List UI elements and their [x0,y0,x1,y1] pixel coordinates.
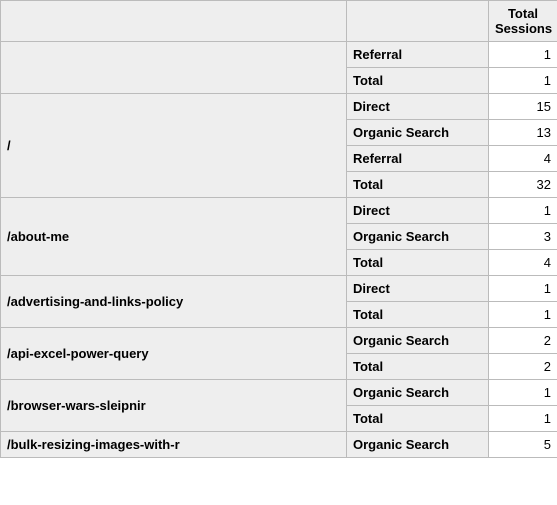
page-path-cell: /api-excel-power-query [1,328,347,380]
channel-cell: Organic Search [347,328,489,354]
sessions-value-cell: 1 [489,68,557,94]
channel-cell: Organic Search [347,432,489,458]
page-path-cell: /bulk-resizing-images-with-r [1,432,347,458]
page-path-cell: / [1,94,347,198]
sessions-value-cell: 4 [489,146,557,172]
sessions-value-cell: 1 [489,380,557,406]
page-path-cell: /advertising-and-links-policy [1,276,347,328]
sessions-value-cell: 3 [489,224,557,250]
header-row: Total Sessions [1,1,557,42]
table-row: Referral1 [1,42,557,68]
table-row: /advertising-and-links-policyDirect1 [1,276,557,302]
page-path-cell [1,42,347,94]
sessions-value-cell: 32 [489,172,557,198]
channel-cell: Total [347,406,489,432]
header-blank-channel [347,1,489,42]
table-row: /browser-wars-sleipnirOrganic Search1 [1,380,557,406]
sessions-value-cell: 13 [489,120,557,146]
channel-cell: Total [347,302,489,328]
channel-cell: Organic Search [347,120,489,146]
channel-cell: Direct [347,276,489,302]
sessions-value-cell: 5 [489,432,557,458]
sessions-value-cell: 15 [489,94,557,120]
channel-cell: Total [347,172,489,198]
channel-cell: Direct [347,198,489,224]
table-row: /bulk-resizing-images-with-rOrganic Sear… [1,432,557,458]
sessions-value-cell: 1 [489,42,557,68]
sessions-value-cell: 1 [489,276,557,302]
channel-cell: Total [347,68,489,94]
header-blank-page [1,1,347,42]
channel-cell: Organic Search [347,224,489,250]
sessions-value-cell: 1 [489,198,557,224]
sessions-value-cell: 2 [489,354,557,380]
header-total-sessions: Total Sessions [489,1,557,42]
sessions-value-cell: 4 [489,250,557,276]
sessions-value-cell: 1 [489,302,557,328]
sessions-value-cell: 2 [489,328,557,354]
page-path-cell: /browser-wars-sleipnir [1,380,347,432]
channel-cell: Referral [347,146,489,172]
sessions-value-cell: 1 [489,406,557,432]
page-path-cell: /about-me [1,198,347,276]
channel-cell: Total [347,250,489,276]
channel-cell: Direct [347,94,489,120]
channel-cell: Referral [347,42,489,68]
channel-cell: Total [347,354,489,380]
channel-cell: Organic Search [347,380,489,406]
table-row: /Direct15 [1,94,557,120]
table-row: /about-meDirect1 [1,198,557,224]
sessions-pivot-table: Total Sessions Referral1Total1/Direct15O… [0,0,557,458]
table-body: Referral1Total1/Direct15Organic Search13… [1,42,557,458]
table-row: /api-excel-power-queryOrganic Search2 [1,328,557,354]
